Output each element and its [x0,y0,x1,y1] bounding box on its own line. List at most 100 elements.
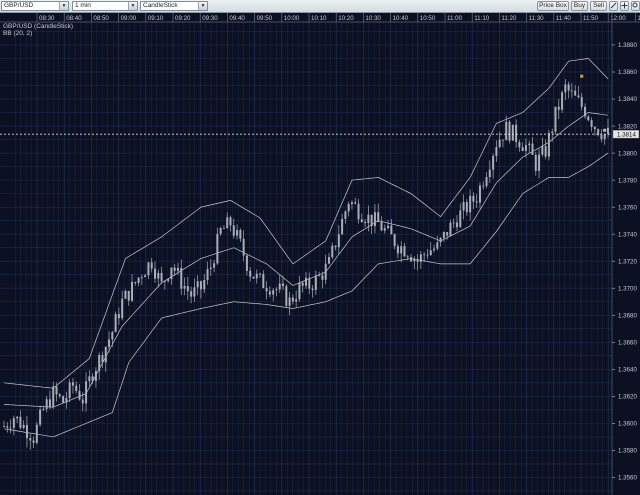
chart-type-select[interactable]: CandleStick ▼ [140,1,208,11]
candle-body [314,275,317,290]
timeframe-select-value: 1 min [75,2,91,9]
candle-body [52,386,55,408]
candle-body [429,250,432,256]
candle-body [147,262,150,276]
symbol-select[interactable]: GBP/USD ▼ [1,1,69,11]
candle-body [462,201,465,211]
candle-body [459,210,462,228]
sell-button[interactable]: Sell [590,1,607,11]
candle-body [469,195,472,213]
candle-body [531,143,534,155]
price-chart[interactable]: 1.3880 1.3860 1.3840 1.3820 1.3800 1.3780 1.37… [0,13,640,495]
candle-body [538,154,541,171]
candle-body [19,416,22,428]
candle-body [170,267,173,280]
chevron-down-icon[interactable]: ▼ [128,2,137,10]
candle-body [478,185,481,203]
indicator-label: BB (20, 2) [3,30,33,37]
line-tool-icon [610,2,617,9]
candle-body [515,124,518,143]
candle-body [337,234,340,248]
candle-body [203,279,206,290]
candle-body [331,245,334,258]
candle-body [524,145,527,151]
candle-body [370,214,373,227]
x-tick-label: 11:50 [583,15,599,22]
candle-body [590,120,593,127]
candle-body [173,267,176,271]
candle-body [521,147,524,151]
candle-body [456,222,458,228]
candle-body [344,211,347,219]
candle-body [498,139,501,148]
candle-body [377,212,380,223]
candle-body [140,277,143,278]
candlestick-chart-canvas[interactable]: 1.3880 1.3860 1.3840 1.3820 1.3800 1.3780 1.37… [0,13,640,495]
candle-body [206,269,209,280]
y-tick-label: 1.3840 [618,96,637,103]
candle-body [383,228,386,231]
y-tick-label: 1.3800 [618,150,637,157]
chart-instrument-label: GBP/USD (CandleStick) [3,23,74,30]
candle-body [249,270,252,277]
candle-body [419,254,422,262]
candle-body [364,221,367,224]
y-tick-label: 1.3640 [618,367,637,374]
candle-body [216,233,219,264]
candle-body [534,154,537,171]
y-tick-label: 1.3860 [618,69,637,76]
candle-body [265,288,268,292]
candle-body [554,106,557,132]
candle-body [574,90,577,96]
x-tick-label: 09:30 [202,15,218,22]
candle-body [209,267,212,270]
y-tick-label: 1.3720 [618,258,637,265]
y-tick-label: 1.3880 [618,42,637,49]
candle-body [3,426,5,427]
chevron-down-icon[interactable]: ▼ [198,2,207,10]
candle-body [268,291,271,295]
candle-body [101,354,104,363]
candle-body [561,92,564,110]
candle-body [495,147,498,157]
candle-body [104,347,107,363]
symbol-select-value: GBP/USD [4,2,34,9]
candle-body [9,427,12,429]
candle-body [436,242,439,249]
tool-icon-c[interactable] [631,1,640,11]
candle-body [295,299,298,302]
timeframe-select[interactable]: 1 min ▼ [72,1,138,11]
candle-body [167,279,170,281]
candle-body [390,225,393,235]
chevron-down-icon[interactable]: ▼ [59,2,68,10]
candle-body [127,290,130,301]
buy-button[interactable]: Buy [571,1,588,11]
x-tick-label: 09:10 [148,15,164,22]
candle-body [16,416,19,419]
candle-body [433,248,436,251]
candle-body [114,314,117,333]
tool-icon-b[interactable] [620,1,629,11]
candle-body [426,254,429,256]
y-tick-label: 1.3680 [618,312,637,319]
candle-body [367,214,370,224]
candle-body [65,398,68,403]
price-box-button[interactable]: Price Box [537,1,569,11]
candle-body [603,133,606,140]
peak-marker [580,74,584,78]
candle-body [45,399,48,409]
candle-body [285,286,288,306]
tool-icon-a[interactable] [609,1,618,11]
candle-body [229,217,232,226]
candle-body [134,281,137,283]
candle-body [226,217,229,229]
candle-body [318,275,321,277]
candle-body [501,139,504,141]
candle-body [416,259,419,262]
x-tick-label: 10:20 [338,15,354,22]
candle-body [413,259,416,262]
chart-type-select-value: CandleStick [143,2,178,9]
candle-body [121,298,124,319]
candle-body [176,267,179,271]
x-tick-label: 08:50 [93,15,109,22]
